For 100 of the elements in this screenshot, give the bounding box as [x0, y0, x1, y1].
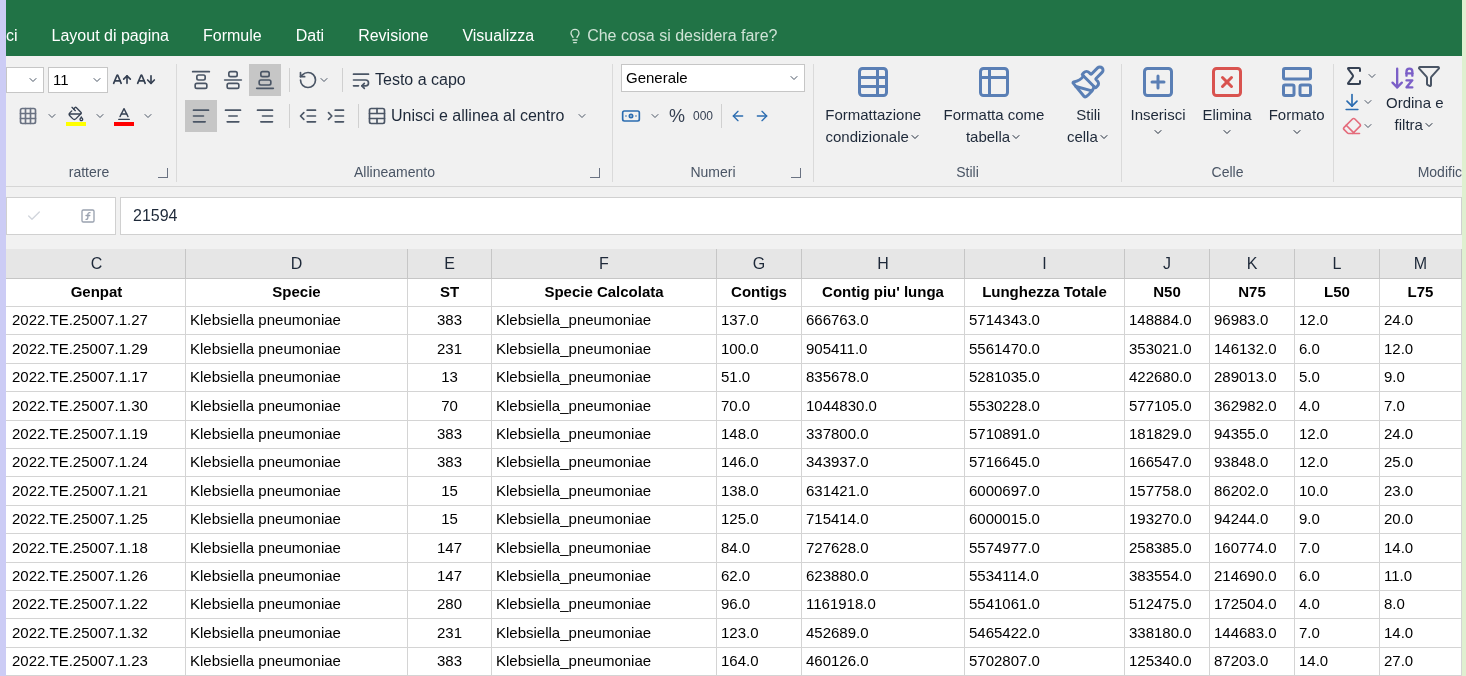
table-cell: Klebsiella_pneumoniae [492, 307, 717, 335]
table-cell: 289013.0 [1210, 363, 1295, 392]
ribbon-tab[interactable]: ci [6, 24, 35, 48]
horizontal-align-button[interactable] [185, 100, 217, 132]
vertical-align-icon [191, 70, 211, 90]
table-cell: 7.0 [1295, 619, 1380, 647]
column-header[interactable]: F [492, 249, 717, 278]
table-cell: 5702807.0 [965, 647, 1125, 676]
insert-function-icon[interactable] [80, 208, 96, 224]
header-cell: L50 [1295, 279, 1380, 306]
styles-button[interactable]: Formattazione condizionale [825, 64, 922, 148]
borders-icon[interactable] [18, 106, 38, 126]
table-cell: 6.0 [1295, 562, 1380, 590]
wrap-text-button[interactable]: Testo a capo [351, 68, 466, 92]
dialog-launcher-icon[interactable] [590, 168, 600, 178]
table-cell: 14.0 [1295, 647, 1380, 676]
eraser-icon[interactable] [1342, 116, 1362, 136]
table-cell: 5574977.0 [965, 534, 1125, 562]
table-cell: 5530228.0 [965, 392, 1125, 420]
dialog-launcher-icon[interactable] [158, 168, 168, 178]
table-cell: Klebsiella_pneumoniae [492, 647, 717, 676]
column-header[interactable]: K [1210, 249, 1295, 278]
sort-filter-button[interactable]: Ordina e filtra [1386, 64, 1444, 136]
table-cell: 5465422.0 [965, 619, 1125, 647]
column-header[interactable]: D [186, 249, 408, 278]
column-header[interactable]: H [802, 249, 965, 278]
table-cell: 2022.TE.25007.1.25 [8, 505, 186, 534]
thousands-button[interactable]: 000 [693, 107, 714, 125]
font-size-field[interactable]: 11 [48, 67, 108, 93]
header-cell: Contigs [717, 279, 802, 306]
ribbon-tab[interactable]: Dati [278, 24, 342, 48]
table-cell: 12.0 [1295, 448, 1380, 477]
font-name-field[interactable] [6, 67, 44, 93]
merge-center-button[interactable]: Unisci e allinea al centro [367, 104, 565, 128]
table-cell: Klebsiella pneumoniae [186, 534, 408, 562]
table-cell: Klebsiella_pneumoniae [492, 363, 717, 392]
table-cell: 164.0 [717, 647, 802, 676]
table-cell: 15 [408, 477, 492, 505]
percent-button[interactable]: % [669, 102, 685, 130]
table-cell: 181829.0 [1125, 420, 1210, 448]
table-cell: 96.0 [717, 590, 802, 619]
column-header[interactable]: J [1125, 249, 1210, 278]
table-cell: 13 [408, 363, 492, 392]
ribbon-tab[interactable]: Layout di pagina [34, 24, 186, 48]
table-cell: Klebsiella_pneumoniae [492, 477, 717, 505]
table-cell: 512475.0 [1125, 590, 1210, 619]
table-cell: 2022.TE.25007.1.30 [8, 392, 186, 420]
table-cell: 5534114.0 [965, 562, 1125, 590]
header-cell: N50 [1125, 279, 1210, 306]
vertical-align-button[interactable] [249, 64, 281, 96]
table-cell: 2022.TE.25007.1.24 [8, 448, 186, 477]
table-cell: 422680.0 [1125, 363, 1210, 392]
table-cell: 94355.0 [1210, 420, 1295, 448]
table-cell: Klebsiella_pneumoniae [492, 335, 717, 363]
ribbon-tab[interactable]: Visualizza [445, 24, 552, 48]
table-cell: Klebsiella_pneumoniae [492, 420, 717, 448]
table-cell: 7.0 [1295, 534, 1380, 562]
formula-field[interactable]: 21594 [120, 197, 1462, 235]
table-cell: Klebsiella_pneumoniae [492, 505, 717, 534]
table-cell: 70 [408, 392, 492, 420]
table-cell: 100.0 [717, 335, 802, 363]
ribbon-tab[interactable]: Revisione [341, 24, 446, 48]
styles-button[interactable]: Formatta come tabella [943, 64, 1045, 148]
table-cell: 148884.0 [1125, 307, 1210, 335]
table-cell: 148.0 [717, 420, 802, 448]
table-cell: Klebsiella pneumoniae [186, 562, 408, 590]
group-label: rattere [68, 162, 110, 182]
table-cell: 94244.0 [1210, 505, 1295, 534]
column-header[interactable]: L [1295, 249, 1380, 278]
table-cell: 5.0 [1295, 363, 1380, 392]
number-format-field[interactable]: Generale [621, 64, 805, 92]
dialog-launcher-icon[interactable] [791, 168, 801, 178]
table-cell: 1044830.0 [802, 392, 965, 420]
decrease-indent-icon[interactable] [298, 106, 318, 126]
table-cell: 383 [408, 647, 492, 676]
column-header[interactable]: I [965, 249, 1125, 278]
cells-button[interactable]: Formato [1268, 64, 1325, 138]
table-cell: Klebsiella_pneumoniae [492, 534, 717, 562]
fill-color-icon[interactable] [66, 106, 86, 126]
table-cell: 9.0 [1295, 505, 1380, 534]
column-header[interactable]: E [408, 249, 492, 278]
styles-button[interactable]: Stili cella [1066, 64, 1110, 148]
table-cell: 125340.0 [1125, 647, 1210, 676]
tell-me-field[interactable]: Che cosa si desidera fare? [587, 24, 778, 48]
font-color-icon[interactable] [114, 106, 134, 126]
table-cell: 338180.0 [1125, 619, 1210, 647]
column-header[interactable]: C [8, 249, 186, 278]
vertical-align-icon [223, 70, 243, 90]
column-header[interactable]: G [717, 249, 802, 278]
table-cell: 6.0 [1295, 335, 1380, 363]
ribbon-tab[interactable]: Formule [186, 24, 279, 48]
increase-indent-icon[interactable] [326, 106, 346, 126]
table-cell: 2022.TE.25007.1.17 [8, 363, 186, 392]
table-cell: Klebsiella pneumoniae [186, 392, 408, 420]
table-cell: 337800.0 [802, 420, 965, 448]
cells-button[interactable]: Elimina [1202, 64, 1252, 138]
header-cell: Lunghezza Totale [965, 279, 1125, 306]
table-cell: 2022.TE.25007.1.26 [8, 562, 186, 590]
table-cell: Klebsiella pneumoniae [186, 335, 408, 363]
cells-button[interactable]: Inserisci [1130, 64, 1186, 138]
